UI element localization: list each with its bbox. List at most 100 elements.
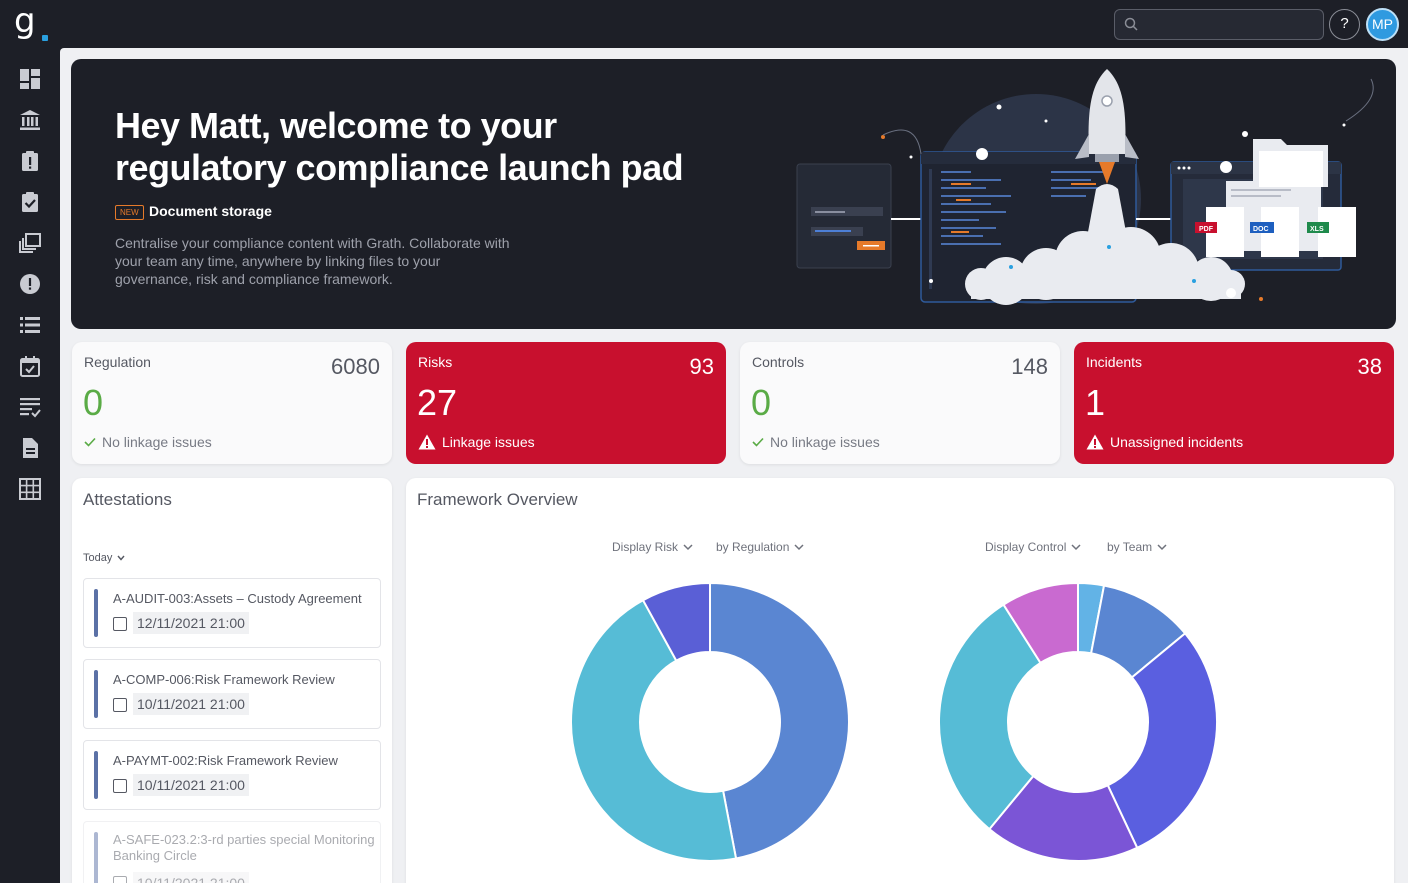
date-filter-label: Today [83,552,113,564]
warning-icon [418,434,436,450]
attestation-item[interactable]: A-PAYMT-002:Risk Framework Review 10/11/… [83,740,381,810]
checklist-icon[interactable] [17,394,43,420]
stat-label: Controls [752,354,805,370]
attestation-name: A-PAYMT-002:Risk Framework Review [113,753,338,768]
display-risk-label: Display Risk [612,540,679,554]
xls-tag: XLS [1310,226,1324,233]
grath-logo[interactable]: g [14,1,48,42]
status-bar [94,832,98,883]
dashboard-icon[interactable] [17,66,43,92]
stat-value: 27 [417,382,458,423]
date-filter-dropdown[interactable]: Today [83,552,125,564]
stat-card-regulation[interactable]: Regulation 6080 0 No linkage issues [72,342,392,464]
by-regulation-dropdown[interactable]: by Regulation [716,540,804,554]
feature-title: Document storage [149,203,272,219]
status-bar [94,589,98,637]
display-control-label: Display Control [985,540,1067,554]
stat-footer: Unassigned incidents [1086,434,1243,450]
chevron-down-icon [683,543,693,550]
stat-label: Regulation [84,354,151,370]
control-by-team-donut-chart[interactable] [938,582,1218,862]
stat-card-incidents[interactable]: Incidents 38 1 Unassigned incidents [1074,342,1394,464]
stat-footer-text: Unassigned incidents [1110,434,1244,450]
pdf-tag: PDF [1199,226,1214,233]
donut-segment-0[interactable] [709,582,850,860]
banner-title: Hey Matt, welcome to your regulatory com… [115,105,715,189]
by-regulation-label: by Regulation [716,540,790,554]
attestations-panel: Attestations Today A-AUDIT-003:Assets – … [72,478,392,883]
stat-footer-text: Linkage issues [442,434,535,450]
banner-title-line-2: regulatory compliance launch pad [115,147,684,188]
attestation-item[interactable]: A-AUDIT-003:Assets – Custody Agreement 1… [83,578,381,648]
search-input[interactable] [1145,14,1315,34]
doc-tag: DOC [1253,226,1269,233]
calendar-icon[interactable] [17,353,43,379]
stat-footer: No linkage issues [752,434,880,450]
attestation-date: 10/11/2021 21:00 [133,693,249,715]
chevron-down-icon [794,543,804,550]
stat-footer: No linkage issues [84,434,212,450]
risks-icon[interactable] [17,148,43,174]
attestation-name: A-SAFE-023.2:3-rd parties special Monito… [113,832,375,863]
regulation-icon[interactable] [17,107,43,133]
user-avatar[interactable]: MP [1366,8,1399,41]
attestation-name: A-COMP-006:Risk Framework Review [113,672,335,687]
check-icon [84,437,96,447]
stat-total: 6080 [331,354,380,379]
attestation-item[interactable]: A-COMP-006:Risk Framework Review 10/11/2… [83,659,381,729]
framework-title: Framework Overview [417,490,578,509]
status-bar [94,670,98,718]
display-risk-dropdown[interactable]: Display Risk [612,540,693,554]
banner-description: Centralise your compliance content with … [115,235,510,287]
incidents-icon[interactable] [17,271,43,297]
chevron-down-icon [117,555,125,561]
chevron-down-icon [1071,543,1081,550]
attestation-item[interactable]: A-SAFE-023.2:3-rd parties special Monito… [83,821,381,883]
sidebar [0,48,60,883]
stat-value: 0 [83,382,104,423]
search-box[interactable] [1114,9,1324,40]
attestation-date: 12/11/2021 21:00 [133,612,249,634]
file-icon[interactable] [17,435,43,461]
warning-icon [1086,434,1104,450]
list-icon[interactable] [17,312,43,338]
new-badge: NEW [115,205,144,220]
stat-label: Incidents [1086,354,1143,370]
attestation-name: A-AUDIT-003:Assets – Custody Agreement [113,591,362,606]
attestation-date: 10/11/2021 21:00 [133,872,249,883]
stat-footer: Linkage issues [418,434,535,450]
banner-title-line-1: Hey Matt, welcome to your [115,105,557,146]
rocket-launch-illustration: PDF DOC XLS [796,69,1374,305]
stat-total: 38 [1357,354,1382,379]
search-icon [1124,17,1138,31]
attestation-date: 10/11/2021 21:00 [133,774,249,796]
top-bar: g ? MP [0,0,1408,48]
status-bar [94,751,98,799]
stat-card-risks[interactable]: Risks 93 27 Linkage issues [406,342,726,464]
documents-icon[interactable] [17,230,43,256]
stat-value: 1 [1085,382,1106,423]
stat-footer-text: No linkage issues [770,434,880,450]
framework-overview-panel: Framework Overview Display Risk by Regul… [406,478,1394,883]
help-button[interactable]: ? [1329,9,1360,40]
logo-dot [42,35,48,41]
stat-footer-text: No linkage issues [102,434,212,450]
stat-label: Risks [418,354,453,370]
controls-icon[interactable] [17,189,43,215]
stat-total: 148 [1011,354,1048,379]
attestation-checkbox[interactable] [113,617,127,631]
risk-by-regulation-donut-chart[interactable] [570,582,850,862]
check-icon [752,437,764,447]
grid-icon[interactable] [17,476,43,502]
chevron-down-icon [1157,543,1167,550]
display-control-dropdown[interactable]: Display Control [985,540,1081,554]
stat-card-controls[interactable]: Controls 148 0 No linkage issues [740,342,1060,464]
stat-total: 93 [689,354,714,379]
by-team-label: by Team [1107,540,1153,554]
logo-letter: g [14,1,36,41]
attestation-checkbox[interactable] [113,876,127,883]
attestation-checkbox[interactable] [113,779,127,793]
by-team-dropdown[interactable]: by Team [1107,540,1167,554]
attestation-checkbox[interactable] [113,698,127,712]
attestations-title: Attestations [83,490,172,509]
